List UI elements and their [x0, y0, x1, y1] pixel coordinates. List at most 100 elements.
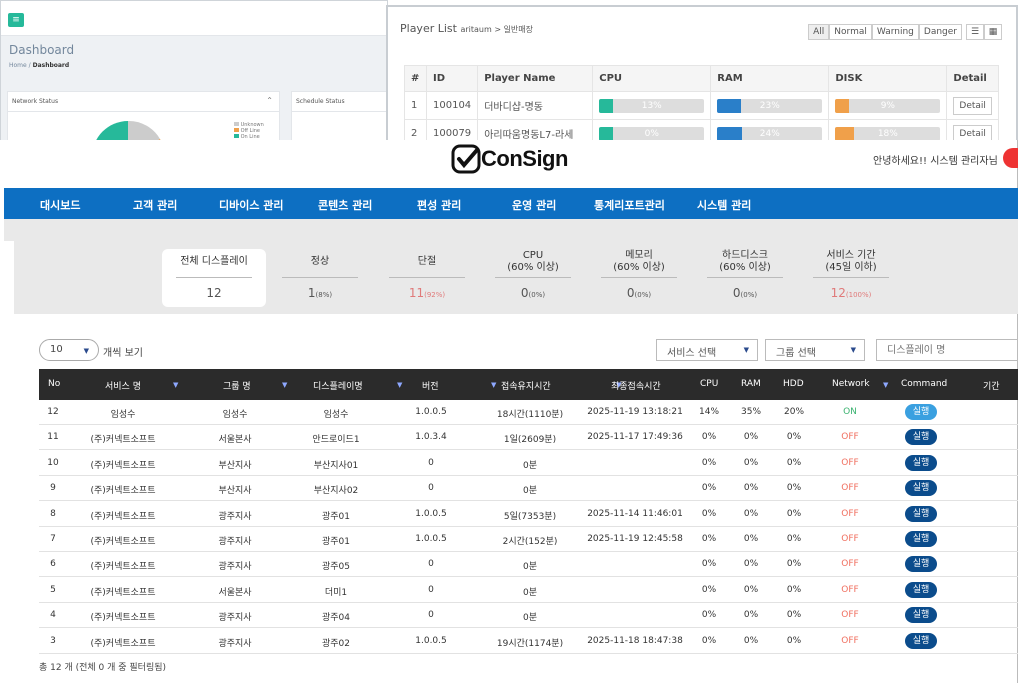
execute-button[interactable]: 실행: [905, 581, 937, 598]
sort-icon[interactable]: ▼: [491, 381, 496, 389]
cell-service: 임성수: [110, 410, 136, 420]
breadcrumb-home[interactable]: Home: [9, 62, 27, 69]
nav-item[interactable]: 운영 관리: [512, 197, 556, 213]
execute-button[interactable]: 실행: [905, 454, 937, 471]
menu-toggle-icon[interactable]: ≡: [8, 13, 24, 27]
detail-button[interactable]: Detail: [953, 97, 992, 115]
summary-card[interactable]: 서비스 기간 (45일 이하) 12(100%): [799, 249, 903, 307]
player-ram-cell: 23%: [710, 91, 830, 120]
pie-legend: Unknown Off Line On Line: [234, 122, 264, 140]
filter-danger-button[interactable]: Danger: [918, 24, 962, 40]
cell-hdd: 0%: [786, 635, 802, 646]
summary-card-value: 0(0%): [481, 286, 585, 300]
nav-item[interactable]: 통계리포트관리: [594, 197, 665, 213]
cpu-progress-label: 13%: [641, 100, 662, 111]
main-nav: 대시보드 고객 관리 디바이스 관리 콘텐츠 관리 편성 관리 운영 관리 통계리포트관리 시…: [4, 188, 1018, 219]
consign-logo[interactable]: ConSign: [451, 143, 568, 175]
column-header[interactable]: 디스플레이명: [313, 379, 363, 392]
table-row[interactable]: 10 (주)커넥트소프트 부산지사 부산지사01 0 0분 0% 0% 0% OFF 실행: [39, 451, 1018, 476]
filter-all-button[interactable]: All: [808, 24, 830, 40]
summary-card[interactable]: 전체 디스플레이 12: [162, 249, 266, 307]
filter-normal-button[interactable]: Normal: [829, 24, 872, 40]
list-view-icon[interactable]: ☰: [966, 24, 984, 40]
table-row[interactable]: 6 (주)커넥트소프트 광주지사 광주05 0 0분 0% 0% 0% OFF 실행: [39, 552, 1018, 578]
execute-button[interactable]: 실행: [905, 505, 937, 522]
nav-item[interactable]: 편성 관리: [417, 197, 461, 213]
nav-item[interactable]: 콘텐츠 관리: [318, 197, 372, 213]
cell-ram: 0%: [743, 457, 759, 468]
execute-button[interactable]: 실행: [905, 480, 937, 497]
table-row[interactable]: 11 (주)커넥트소프트 서울본사 안드로이드1 1.0.3.4 1일(2609분) 202…: [39, 425, 1018, 451]
sort-icon[interactable]: ▼: [173, 381, 178, 389]
player-col-header: RAM: [710, 65, 830, 92]
group-select-value: 그룹 선택: [776, 348, 816, 359]
table-row[interactable]: 12 임성수 임성수 임성수 1.0.0.5 18시간(1110분) 2025-11-19 …: [39, 400, 1018, 425]
summary-card[interactable]: 메모리 (60% 이상) 0(0%): [587, 249, 691, 307]
column-header[interactable]: 서비스 명: [105, 379, 141, 392]
logout-button[interactable]: [1003, 148, 1018, 168]
execute-button[interactable]: 실행: [905, 429, 937, 446]
player-row[interactable]: 1 100104 더바디샵-명동 13% 23% 9% Detail: [404, 91, 999, 120]
cell-hdd: 0%: [786, 559, 802, 570]
execute-button[interactable]: 실행: [905, 632, 937, 649]
table-row[interactable]: 5 (주)커넥트소프트 서울본사 더미1 0 0분 0% 0% 0% OFF 실행: [39, 578, 1018, 603]
summary-card[interactable]: 정상 1(8%): [268, 249, 372, 307]
sort-icon[interactable]: ▼: [282, 381, 287, 389]
group-select[interactable]: 그룹 선택 ▼: [765, 339, 865, 361]
background-dashboard-panel: ≡ Dashboard Home / Dashboard Network Sta…: [0, 0, 388, 145]
service-select-value: 서비스 선택: [667, 348, 717, 359]
cell-version: 1.0.0.5: [415, 407, 447, 417]
logo-check-icon: [451, 144, 481, 174]
summary-card[interactable]: 단절 11(92%): [375, 249, 479, 307]
summary-card[interactable]: CPU (60% 이상) 0(0%): [481, 249, 585, 307]
display-search-input[interactable]: [876, 339, 1018, 361]
player-detail-cell: Detail: [946, 91, 999, 120]
cell-uptime: 1일(2609분): [503, 435, 557, 446]
summary-card-value: 12: [162, 286, 266, 300]
page-size-select[interactable]: 10 ▼: [39, 339, 99, 361]
cell-service: (주)커넥트소프트: [90, 460, 156, 471]
cell-cpu: 0%: [701, 508, 717, 519]
table-row[interactable]: 4 (주)커넥트소프트 광주지사 광주04 0 0분 0% 0% 0% OFF 실행: [39, 603, 1018, 629]
column-header[interactable]: 그룹 명: [223, 379, 251, 392]
filter-warning-button[interactable]: Warning: [871, 24, 919, 40]
nav-item[interactable]: 디바이스 관리: [219, 197, 284, 213]
execute-button[interactable]: 실행: [905, 556, 937, 573]
cell-group: 서울본사: [218, 587, 252, 598]
cell-ram: 0%: [743, 635, 759, 646]
player-list-breadcrumb: aritaum > 일반매장: [460, 25, 534, 34]
execute-button[interactable]: 실행: [905, 404, 937, 420]
sort-icon[interactable]: ▼: [397, 381, 402, 389]
grid-view-icon[interactable]: ▦: [984, 24, 1002, 40]
column-header[interactable]: 버전: [422, 379, 439, 392]
cell-net: OFF: [841, 508, 859, 519]
cpu-progress-bar: 13%: [599, 98, 705, 113]
ram-progress-bar: 23%: [717, 98, 823, 113]
card-divider: [495, 277, 571, 278]
nav-item[interactable]: 대시보드: [40, 197, 80, 213]
execute-button[interactable]: 실행: [905, 607, 937, 624]
nav-item[interactable]: 시스템 관리: [697, 197, 751, 213]
execute-button[interactable]: 실행: [905, 531, 937, 547]
table-row[interactable]: 9 (주)커넥트소프트 부산지사 부산지사02 0 0분 0% 0% 0% OFF 실행: [39, 476, 1018, 502]
chevron-down-icon: ▼: [83, 347, 89, 355]
cell-last: 2025-11-14 11:46:01: [587, 508, 683, 519]
cell-group: 광주지사: [218, 638, 252, 649]
cell-uptime: 18시간(1110분): [496, 410, 564, 420]
cell-uptime: 0분: [522, 587, 538, 598]
cell-net: OFF: [841, 584, 859, 595]
nav-item[interactable]: 고객 관리: [133, 197, 177, 213]
table-row[interactable]: 8 (주)커넥트소프트 광주지사 광주01 1.0.0.5 5일(7353분) 2025-1…: [39, 502, 1018, 527]
table-row[interactable]: 7 (주)커넥트소프트 광주지사 광주01 1.0.0.5 2시간(152분) 2025-1…: [39, 527, 1018, 552]
column-header[interactable]: 접속유지시간: [501, 379, 551, 392]
card-divider: [389, 277, 465, 278]
collapse-icon[interactable]: ⌃: [266, 96, 273, 105]
card-count: 12: [206, 286, 222, 300]
logo-text: ConSign: [481, 146, 568, 171]
summary-card[interactable]: 하드디스크 (60% 이상) 0(0%): [693, 249, 797, 307]
column-header: HDD: [783, 379, 804, 389]
service-select[interactable]: 서비스 선택 ▼: [656, 339, 758, 361]
column-header[interactable]: Network: [832, 379, 870, 389]
sort-icon[interactable]: ▼: [883, 381, 888, 389]
table-row[interactable]: 3 (주)커넥트소프트 광주지사 광주02 1.0.0.5 19시간(1174분) 2025…: [39, 629, 1018, 654]
